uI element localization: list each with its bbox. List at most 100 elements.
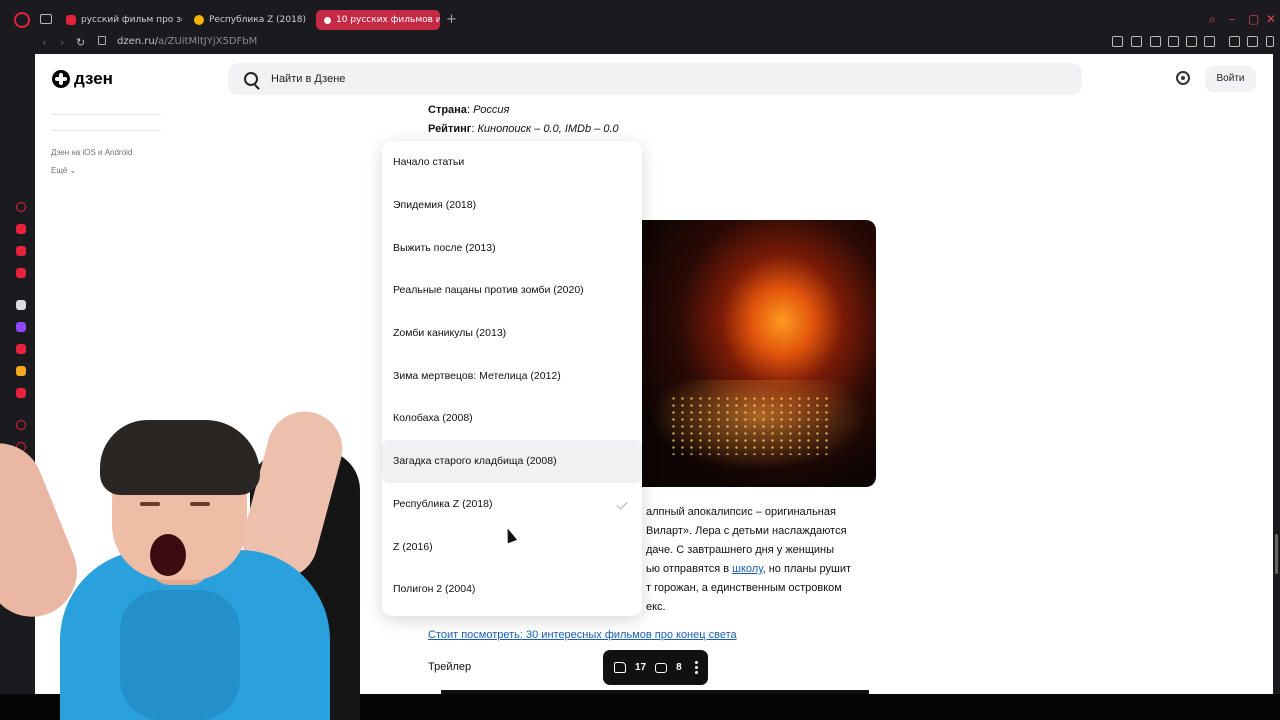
rating-label: Рейтинг [428,123,472,135]
toc-item[interactable]: Эпидемия (2018) [382,184,642,227]
country-value: Россия [473,104,510,116]
paragraph-line: алпный апокалипсис – оригинальная [646,506,836,518]
toc-item-label: Z (2016) [393,540,433,553]
checkmark-icon [616,498,628,510]
toc-item-label: Колобаха (2008) [393,412,473,425]
download-icon[interactable] [1247,36,1258,47]
tab-islands-icon[interactable] [40,14,52,24]
reader-icon[interactable] [1112,36,1123,47]
url-field[interactable]: dzen.ru/a/ZUitMltJYjX5DFbM [117,36,257,47]
movie-still-image [629,220,876,487]
opera-menu-icon[interactable] [14,12,30,28]
sidebar-app-icon[interactable] [16,300,26,310]
shield-icon[interactable] [1168,36,1179,47]
comments-count: 8 [676,662,682,673]
app-link[interactable]: Дзен на iOS и Android [51,148,161,157]
heart-icon[interactable] [1204,36,1215,47]
paragraph-line: т горожан, а единственным островком [646,582,842,594]
snapshot-icon[interactable] [1150,36,1161,47]
minimize-button[interactable]: – [1229,12,1235,26]
divider [51,130,161,131]
toc-item-label: Полигон 2 (2004) [393,583,476,596]
paragraph-text: ью отправятся в [646,563,733,575]
tab-dzen-active[interactable]: 10 русских фильмов и се... [316,10,440,30]
streamer-hair [100,420,260,495]
search-input[interactable]: Найти в Дзене [228,63,1082,95]
maximize-button[interactable]: ▢ [1248,12,1259,26]
toc-item-label: Эпидемия (2018) [393,199,477,212]
toc-item[interactable]: Выжить после (2013) [382,226,642,269]
sidebar-games-icon[interactable] [16,388,26,398]
back-button[interactable]: ‹ [42,36,46,49]
related-article-link[interactable]: Стоит посмотреть: 30 интересных фильмов … [428,629,737,641]
lock-icon [98,36,106,45]
toc-item[interactable]: Зима мертвецов: Метелица (2012) [382,354,642,397]
close-window-button[interactable]: ✕ [1266,12,1276,26]
tab-title: Республика Z (2018) — В... [209,15,308,25]
table-of-contents-dropdown: Начало статьи Эпидемия (2018) Выжить пос… [382,141,642,616]
country-label: Страна [428,104,467,116]
sidebar-yandex-icon[interactable] [16,344,26,354]
webcam-overlay [0,410,380,720]
settings-gear-icon[interactable] [1176,71,1190,85]
sidebar-mail-icon[interactable] [16,268,26,278]
toc-item-label: Зима мертвецов: Метелица (2012) [393,369,561,382]
more-dropdown[interactable]: Ещё ⌄ [51,166,161,175]
site-header: дзен Найти в Дзене Войти [35,54,1273,102]
left-eye [140,502,160,506]
toc-item[interactable]: Колобаха (2008) [382,397,642,440]
rating-value: Кинопоиск – 0.0, IMDb – 0.0 [477,123,619,135]
send-icon[interactable] [1186,36,1197,47]
paragraph-text: , но планы рушит [762,563,852,575]
login-button[interactable]: Войти [1205,66,1256,92]
article-paragraph: алпный апокалипсис – оригинальная Виларт… [646,503,906,617]
menu-icon[interactable] [1266,36,1274,47]
more-dots-icon[interactable] [694,661,698,674]
divider [51,114,161,115]
search-tabs-icon[interactable]: ⌕ [1209,12,1216,27]
paragraph-line: Виларт». Лера с детьми наслаждаются [646,525,847,537]
page-scrollbar[interactable] [1273,54,1280,694]
paragraph-line: ью отправятся в школу, но планы рушит [646,560,906,579]
toc-item-label: Загадка старого кладбища (2008) [393,455,557,468]
tab-search[interactable]: русский фильм про зомби [62,10,182,30]
comment-icon[interactable] [655,662,668,673]
toc-item-current[interactable]: Республика Z (2018) [382,483,642,526]
toc-item[interactable]: Начало статьи [382,141,642,184]
more-label: Ещё [51,166,68,175]
dzen-logo[interactable]: дзен [52,69,113,89]
tab-title: русский фильм про зомби [81,15,182,25]
left-sidebar: Дзен на iOS и Android Ещё ⌄ [51,114,161,175]
sidebar-instagram-icon[interactable] [16,246,26,256]
sidebar-aria-icon[interactable] [16,224,26,234]
bookmark-icon[interactable] [1131,36,1142,47]
search-placeholder: Найти в Дзене [271,73,346,85]
like-icon[interactable] [614,662,626,673]
toc-item[interactable]: Полигон 2 (2004) [382,568,642,611]
extensions-icon[interactable] [1229,36,1240,47]
rating-line: Рейтинг: Кинопоиск – 0.0, IMDb – 0.0 [428,123,619,135]
url-path: a/ZUitMltJYjX5DFbM [158,36,258,47]
reload-button[interactable]: ↻ [76,36,85,49]
sidebar-twitch-icon[interactable] [16,322,26,332]
country-line: Страна: Россия [428,104,510,116]
school-link[interactable]: школу [732,563,762,575]
toc-item[interactable]: Реальные пацаны против зомби (2020) [382,269,642,312]
right-eye [190,502,210,506]
dzen-favicon-icon [324,16,331,24]
tab-kinopoisk[interactable]: Республика Z (2018) — В... [190,10,308,30]
toc-item-label: Реальные пацаны против зомби (2020) [393,284,584,297]
toc-item-hovered[interactable]: Загадка старого кладбища (2008) [382,439,642,483]
search-icon [244,72,258,86]
toc-item[interactable]: Zомби каникулы (2013) [382,312,642,355]
sidebar-history-icon[interactable] [16,202,26,212]
toc-item-label: Выжить после (2013) [393,241,496,254]
sidebar-music-icon[interactable] [16,366,26,376]
yandex-favicon-icon [66,15,76,25]
forward-button[interactable]: › [60,36,64,49]
chevron-down-icon: ⌄ [69,166,77,175]
scrollbar-thumb[interactable] [1275,534,1278,574]
new-tab-button[interactable]: + [446,12,457,27]
shirt-shade [120,590,240,720]
yawning-mouth [150,534,186,576]
